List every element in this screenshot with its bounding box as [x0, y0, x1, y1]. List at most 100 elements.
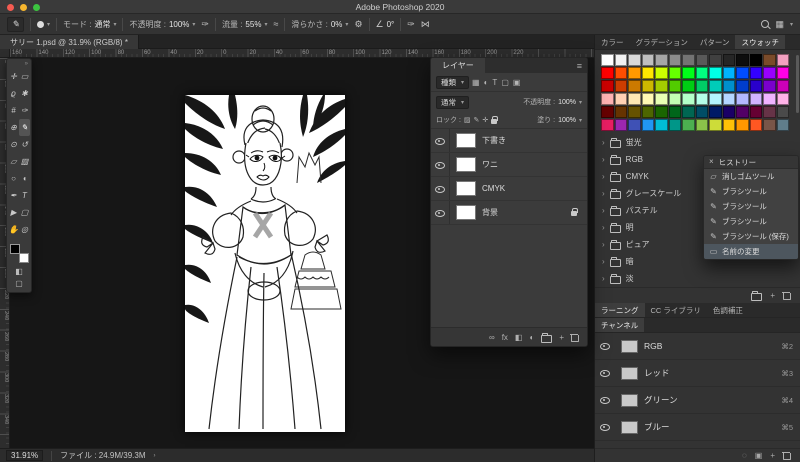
color-swatch[interactable] [709, 119, 722, 131]
color-swatch[interactable] [682, 119, 695, 131]
expand-chevron-icon[interactable] [602, 172, 605, 181]
swatch-group-name[interactable]: 明 [626, 222, 634, 233]
tool-button[interactable]: ✎ [19, 119, 30, 136]
color-swatch[interactable] [682, 54, 695, 66]
quick-mask-icon[interactable] [15, 267, 23, 276]
link-layers-icon[interactable] [489, 333, 495, 342]
flow-option[interactable]: 流量 : 55% [222, 19, 267, 30]
opacity-value[interactable]: 100% [169, 20, 189, 29]
layer-name[interactable]: CMYK [482, 184, 505, 193]
tool-button[interactable]: ϱ [8, 85, 19, 102]
panel-tab[interactable]: グラデーション [630, 35, 694, 49]
eye-icon[interactable] [600, 422, 610, 432]
opacity-option[interactable]: 不透明度 : 100% [129, 19, 195, 30]
new-swatch-icon[interactable] [770, 291, 775, 300]
color-swatch[interactable] [655, 54, 668, 66]
lock-position-icon[interactable] [482, 116, 488, 124]
color-swatch[interactable] [709, 80, 722, 92]
scrollbar[interactable] [796, 55, 799, 113]
pressure-size-icon[interactable] [407, 19, 415, 30]
brush-preset-picker[interactable] [37, 20, 50, 28]
filter-shape-icon[interactable] [501, 78, 509, 87]
tool-button[interactable]: ○ [8, 170, 19, 187]
eye-icon[interactable] [435, 208, 445, 218]
layer-opacity-value[interactable]: 100% [558, 99, 576, 106]
visibility-cell[interactable] [595, 422, 615, 432]
color-swatch[interactable] [628, 106, 641, 118]
new-group-icon[interactable] [541, 332, 553, 343]
color-swatch[interactable] [668, 93, 681, 105]
channel-name[interactable]: グリーン [644, 394, 678, 406]
tool-button[interactable]: ◎ [19, 221, 30, 238]
color-swatch[interactable] [614, 67, 627, 79]
color-swatch[interactable] [722, 106, 735, 118]
tool-button[interactable]: ✋ [8, 221, 19, 238]
maximize-window-button[interactable] [33, 4, 40, 11]
foreground-color-swatch[interactable] [10, 244, 20, 254]
color-swatch[interactable] [641, 80, 654, 92]
history-step[interactable]: ✎ ブラシツール [704, 184, 798, 199]
color-swatch[interactable] [668, 80, 681, 92]
filter-type-icon[interactable] [492, 78, 497, 87]
tool-button[interactable]: ▶ [8, 204, 19, 221]
blend-mode-option[interactable]: モード : 通常 [63, 19, 116, 30]
filter-smart-object-icon[interactable] [513, 78, 521, 87]
panel-tab[interactable]: 色調補正 [707, 303, 749, 317]
tool-button[interactable]: # [8, 102, 19, 119]
history-step[interactable]: ✎ ブラシツール [704, 199, 798, 214]
channel-name[interactable]: RGB [644, 341, 662, 351]
tool-button[interactable]: T [19, 187, 30, 204]
channel-name[interactable]: ブルー [644, 421, 670, 433]
eye-icon[interactable] [435, 184, 445, 194]
color-swatch[interactable] [668, 119, 681, 131]
color-swatch[interactable] [776, 106, 789, 118]
color-swatch[interactable] [749, 67, 762, 79]
channel-row[interactable]: グリーン ⌘4 [595, 387, 800, 414]
ruler-origin[interactable] [0, 49, 10, 58]
visibility-cell[interactable] [595, 395, 615, 405]
angle-value[interactable]: 0° [387, 20, 395, 29]
expand-chevron-icon[interactable] [602, 206, 605, 215]
visibility-cell[interactable] [595, 341, 615, 351]
color-swatch[interactable] [614, 80, 627, 92]
layer-row[interactable]: ワニ [431, 153, 587, 177]
color-swatch[interactable] [749, 119, 762, 131]
layer-thumbnail[interactable] [456, 157, 476, 172]
swatch-group-row[interactable]: 淡 [599, 270, 798, 287]
color-swatch[interactable] [682, 93, 695, 105]
delete-swatch-icon[interactable] [782, 291, 791, 300]
history-step[interactable]: ▱ 消しゴムツール [704, 169, 798, 184]
close-window-button[interactable] [7, 4, 14, 11]
close-icon[interactable] [709, 158, 714, 166]
color-swatch[interactable] [763, 80, 776, 92]
expand-chevron-icon[interactable] [602, 138, 605, 147]
color-swatch[interactable] [736, 80, 749, 92]
tool-button[interactable]: ▢ [19, 204, 30, 221]
channel-row[interactable]: ブルー ⌘5 [595, 414, 800, 441]
color-swatch[interactable] [655, 80, 668, 92]
color-swatch[interactable] [614, 106, 627, 118]
color-swatch[interactable] [763, 54, 776, 66]
visibility-cell[interactable] [431, 201, 450, 224]
filter-pixel-icon[interactable] [472, 78, 480, 87]
panel-tab[interactable]: パターン [694, 35, 736, 49]
eye-icon[interactable] [600, 368, 610, 378]
color-swatch[interactable] [709, 106, 722, 118]
color-swatch[interactable] [601, 119, 614, 131]
visibility-cell[interactable] [595, 368, 615, 378]
color-swatch[interactable] [695, 80, 708, 92]
channel-row[interactable]: RGB ⌘2 [595, 333, 800, 360]
document-page[interactable] [185, 95, 345, 432]
color-swatch[interactable] [695, 106, 708, 118]
channel-name[interactable]: レッド [644, 367, 670, 379]
pressure-opacity-icon[interactable] [201, 19, 209, 30]
channel-thumbnail[interactable] [621, 339, 638, 353]
swatch-group-name[interactable]: 暗 [626, 256, 634, 267]
new-layer-icon[interactable] [559, 333, 564, 342]
color-swatch[interactable] [601, 93, 614, 105]
zoom-level-field[interactable]: 31.91% [6, 450, 44, 461]
color-swatch[interactable] [776, 54, 789, 66]
color-swatch[interactable] [655, 67, 668, 79]
color-swatch[interactable] [749, 54, 762, 66]
color-swatch[interactable] [736, 119, 749, 131]
